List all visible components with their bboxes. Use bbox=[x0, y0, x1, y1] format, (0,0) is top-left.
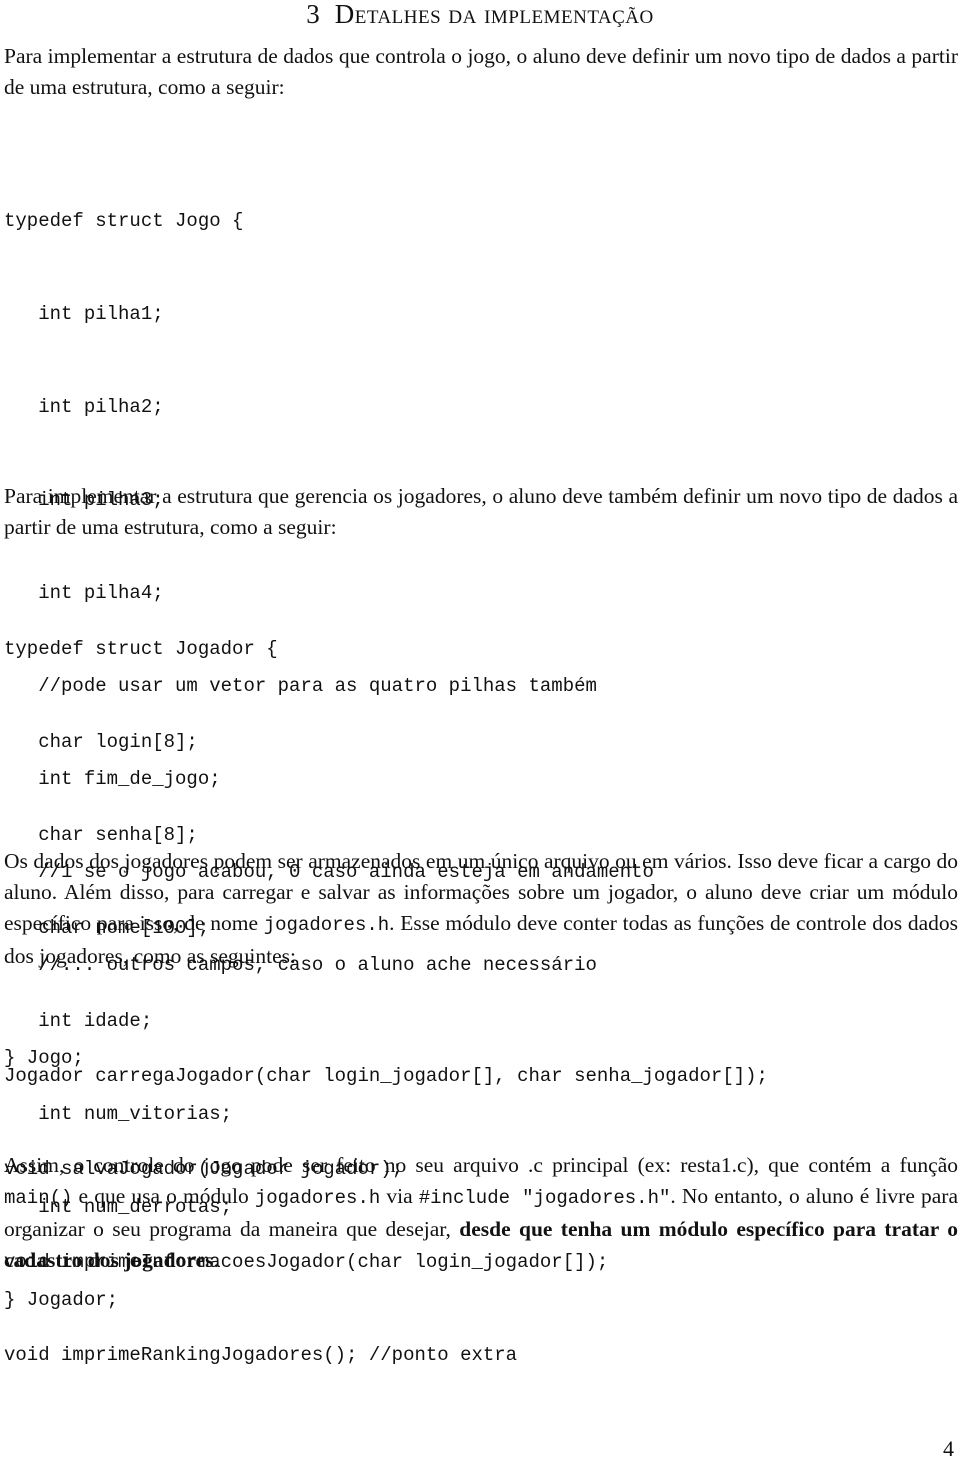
text-run: . bbox=[213, 1248, 219, 1272]
text-run: via bbox=[380, 1184, 419, 1208]
section-title: Detalhes da implementação bbox=[334, 0, 654, 29]
inline-code: jogadores.h bbox=[254, 1187, 381, 1209]
section-heading: 3 Detalhes da implementação bbox=[0, 0, 960, 28]
code-line: int pilha1; bbox=[4, 303, 164, 325]
section-number: 3 bbox=[306, 0, 321, 29]
code-line: int pilha2; bbox=[4, 396, 164, 418]
code-line: typedef struct Jogador { bbox=[4, 638, 278, 660]
paragraph-intro-jogador: Para implementar a estrutura que gerenci… bbox=[4, 484, 958, 539]
inline-code: main() bbox=[4, 1187, 73, 1209]
code-line: Jogador carregaJogador(char login_jogado… bbox=[4, 1065, 768, 1087]
code-line: typedef struct Jogo { bbox=[4, 210, 244, 232]
paragraph-storage: Os dados dos jogadores podem ser armazen… bbox=[4, 846, 958, 972]
code-line: void imprimeRankingJogadores(); //ponto … bbox=[4, 1344, 518, 1366]
page-number: 4 bbox=[943, 1436, 954, 1461]
inline-code: #include "jogadores.h" bbox=[418, 1187, 671, 1209]
code-line: char login[8]; bbox=[4, 731, 198, 753]
inline-code: jogadores.h bbox=[263, 914, 390, 936]
text-run: e que usa o módulo bbox=[72, 1184, 255, 1208]
paragraph-conclusion: Assim, o controle do jogo pode ser feito… bbox=[4, 1150, 958, 1276]
paragraph-intro-jogo: Para implementar a estrutura de dados qu… bbox=[4, 44, 958, 99]
text-run: Assim, o controle do jogo pode ser feito… bbox=[4, 1153, 958, 1177]
